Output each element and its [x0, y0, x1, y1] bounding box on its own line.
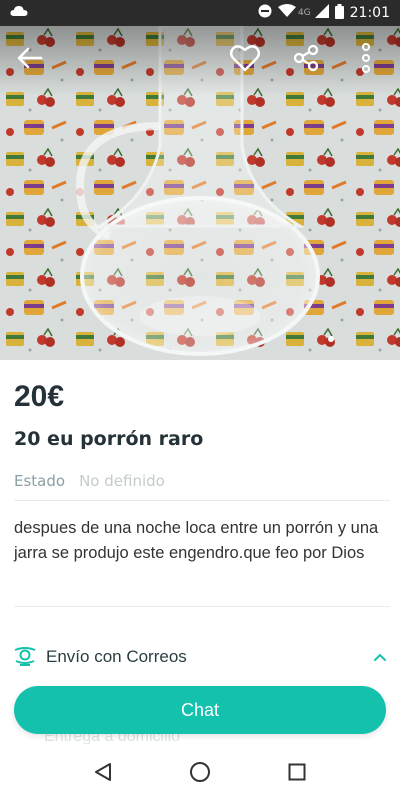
- divider: [14, 606, 390, 607]
- divider: [14, 500, 390, 501]
- share-button[interactable]: [290, 42, 322, 74]
- price: 20€: [14, 380, 65, 413]
- share-icon: [293, 44, 319, 72]
- wifi-icon: [277, 4, 296, 22]
- nav-back-button[interactable]: [83, 752, 123, 792]
- product-title: 20 eu porrón raro: [14, 428, 204, 450]
- more-vertical-icon: [362, 43, 370, 73]
- chat-button[interactable]: Chat: [14, 686, 386, 734]
- back-button[interactable]: [14, 42, 46, 74]
- product-description: despues de una noche loca entre un porró…: [14, 519, 379, 562]
- more-options-button[interactable]: [354, 40, 378, 76]
- nav-recents-button[interactable]: [277, 752, 317, 792]
- product-image[interactable]: [0, 26, 400, 360]
- square-recents-icon: [288, 763, 306, 781]
- shipping-label: Envío con Correos: [46, 647, 187, 666]
- status-bar: 4G 21:01: [0, 0, 400, 26]
- condition-row: Estado No definido: [14, 472, 165, 490]
- do-not-disturb-icon: [258, 4, 272, 22]
- circle-home-icon: [189, 762, 210, 782]
- condition-label: Estado: [14, 472, 66, 490]
- post-horn-icon: [14, 647, 36, 666]
- battery-icon: [334, 3, 344, 23]
- arrow-left-icon: [17, 47, 43, 69]
- heart-icon: [230, 45, 260, 72]
- signal-icon: [314, 4, 329, 22]
- cloud-icon: [10, 5, 28, 21]
- product-detail-screen: 4G 21:01 20€ 20 eu porrón raro Estado No…: [0, 0, 400, 800]
- condition-value: No definido: [79, 472, 165, 490]
- carousel-indicator: [328, 336, 334, 342]
- triangle-back-icon: [95, 763, 112, 781]
- chevron-up-icon[interactable]: [374, 653, 386, 661]
- navigation-bar: [0, 744, 400, 800]
- product-photo: [0, 26, 400, 360]
- network-type: 4G: [297, 8, 311, 18]
- favorite-button[interactable]: [228, 41, 262, 75]
- clock: 21:01: [349, 5, 390, 21]
- shipping-section-header[interactable]: Envío con Correos: [14, 644, 386, 670]
- nav-home-button[interactable]: [180, 752, 220, 792]
